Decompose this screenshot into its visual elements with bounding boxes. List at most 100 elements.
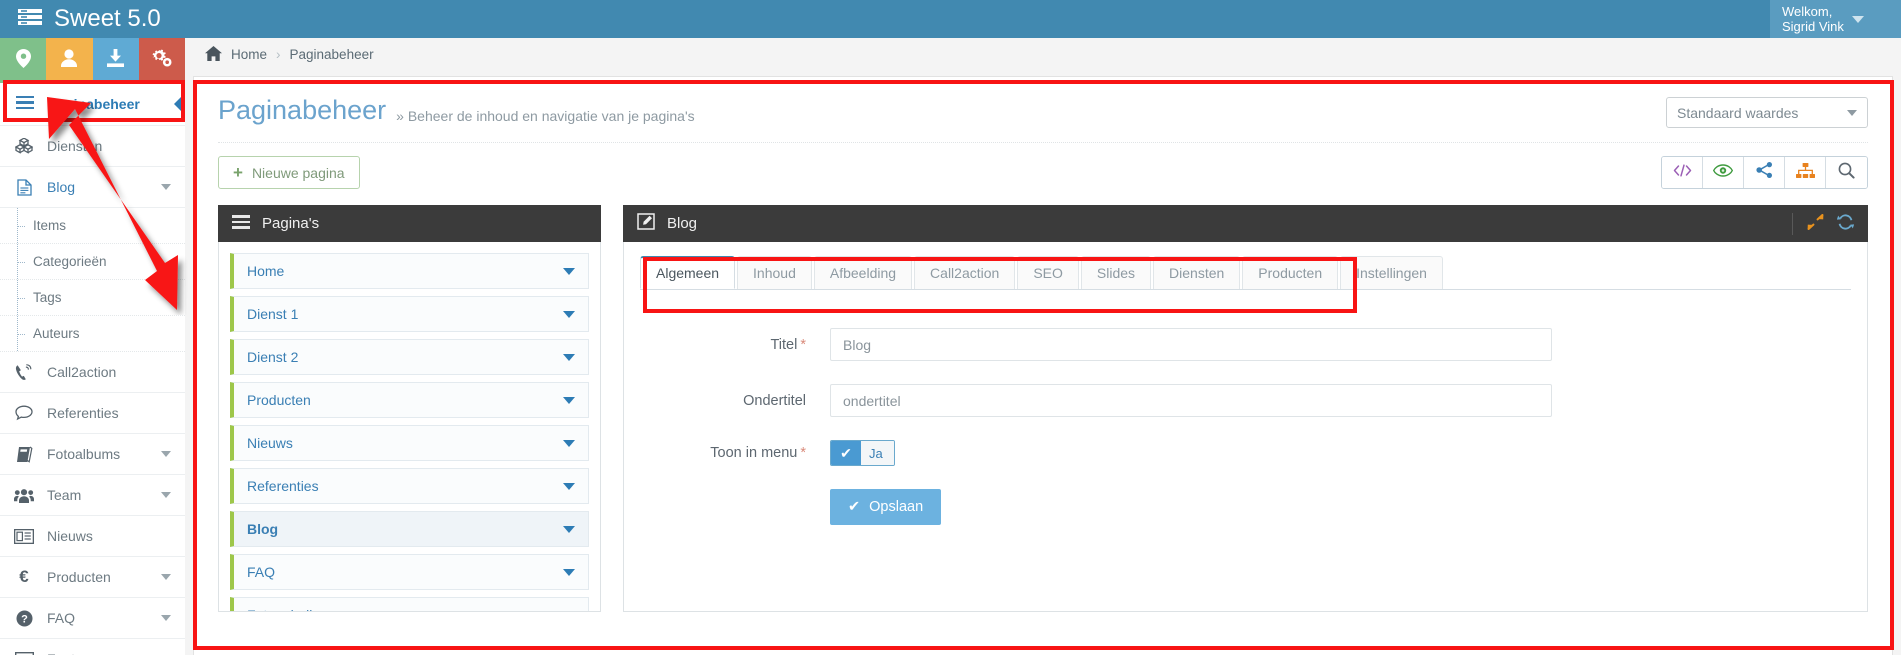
- chevron-down-icon[interactable]: [563, 396, 575, 404]
- page-list-item-selected[interactable]: Blog: [230, 511, 589, 547]
- sidebar-subitem-tags[interactable]: Tags: [0, 280, 185, 316]
- page-title: Paginabeheer: [218, 95, 387, 125]
- chevron-down-icon[interactable]: [563, 482, 575, 490]
- subtitle-field-row: Ondertitel ondertitel: [640, 384, 1851, 417]
- user-name: Sigrid Vink: [1782, 19, 1844, 34]
- code-button[interactable]: [1662, 157, 1703, 188]
- tab-inhoud[interactable]: Inhoud: [737, 256, 812, 289]
- new-page-label: Nieuwe pagina: [251, 164, 345, 181]
- tab-diensten[interactable]: Diensten: [1153, 256, 1241, 289]
- page-item-label: FAQ: [247, 564, 276, 580]
- save-button[interactable]: ✔ Opslaan: [830, 489, 942, 525]
- page-list-item[interactable]: Fotogalerij: [230, 597, 589, 613]
- chevron-down-icon[interactable]: [563, 525, 575, 533]
- sidebar-item-paginabeheer[interactable]: Paginabeheer: [0, 83, 185, 126]
- sidebar-subitem-auteurs[interactable]: Auteurs: [0, 316, 185, 352]
- title-label-text: Titel: [770, 336, 798, 353]
- title-field-row: Titel * Blog: [640, 328, 1851, 361]
- chevron-down-icon[interactable]: [563, 353, 575, 361]
- chevron-down-icon[interactable]: [563, 439, 575, 447]
- book-icon: [14, 446, 34, 463]
- comment-icon: [14, 405, 34, 421]
- page-list-item[interactable]: FAQ: [230, 554, 589, 590]
- subtitle-input[interactable]: ondertitel: [830, 384, 1552, 417]
- chevron-down-icon: [161, 451, 171, 457]
- search-button[interactable]: [1826, 157, 1867, 188]
- tab-instellingen[interactable]: Instellingen: [1340, 256, 1443, 289]
- brand[interactable]: Sweet 5.0: [18, 0, 161, 38]
- detail-tabs: Algemeen Inhoud Afbeelding Call2action S…: [640, 256, 1851, 290]
- sidebar-item-footer[interactable]: Footer: [0, 639, 185, 655]
- page-item-label: Fotogalerij: [247, 607, 312, 611]
- newspaper-icon: [14, 528, 34, 544]
- edit-square-icon: [637, 213, 655, 234]
- save-label: Opslaan: [869, 499, 924, 515]
- tab-label: SEO: [1033, 265, 1063, 281]
- chevron-down-icon[interactable]: [563, 612, 575, 613]
- document-icon: [14, 178, 34, 196]
- title-input-value: Blog: [843, 336, 872, 353]
- tab-seo[interactable]: SEO: [1017, 256, 1079, 289]
- chevron-down-icon[interactable]: [563, 568, 575, 576]
- title-label: Titel *: [640, 337, 830, 353]
- sidebar-item-diensten[interactable]: Diensten: [0, 126, 185, 167]
- download-quick-action[interactable]: [92, 38, 139, 83]
- users-icon: [14, 488, 34, 503]
- detail-card-title: Blog: [667, 215, 698, 232]
- tab-call2action[interactable]: Call2action: [914, 256, 1016, 289]
- sidebar-item-producten[interactable]: € Producten: [0, 557, 185, 598]
- preview-button[interactable]: [1703, 157, 1744, 188]
- tab-label: Inhoud: [753, 265, 796, 281]
- tab-label: Afbeelding: [829, 265, 897, 281]
- check-icon: ✔: [848, 499, 861, 515]
- expand-arrows-icon[interactable]: [1807, 213, 1824, 234]
- sidebar-item-blog[interactable]: Blog: [0, 167, 185, 208]
- share-button[interactable]: [1744, 157, 1785, 188]
- page-list-item[interactable]: Nieuws: [230, 425, 589, 461]
- default-values-select[interactable]: Standaard waardes: [1666, 97, 1868, 128]
- refresh-icon[interactable]: [1836, 213, 1855, 234]
- sidebar-subitem-categorieen[interactable]: Categorieën: [0, 244, 185, 280]
- select-value: Standaard waardes: [1677, 104, 1799, 121]
- tab-slides[interactable]: Slides: [1080, 256, 1152, 289]
- breadcrumb-home[interactable]: Home: [231, 47, 267, 62]
- sidebar-item-label: Referenties: [47, 405, 119, 421]
- sidebar-item-faq[interactable]: ? FAQ: [0, 598, 185, 639]
- download-icon: [107, 49, 125, 72]
- sidebar-item-call2action[interactable]: Call2action: [0, 352, 185, 393]
- phone-volume-icon: [14, 363, 34, 381]
- user-menu[interactable]: Welkom, Sigrid Vink: [1770, 0, 1901, 38]
- page-item-label: Home: [247, 263, 285, 279]
- sidebar-subitem-label: Auteurs: [33, 326, 80, 341]
- sidebar-item-team[interactable]: Team: [0, 475, 185, 516]
- sidebar-subitem-items[interactable]: Items: [0, 208, 185, 244]
- subtitle-label-text: Ondertitel: [743, 392, 806, 409]
- tab-algemeen[interactable]: Algemeen: [640, 256, 736, 289]
- tab-afbeelding[interactable]: Afbeelding: [813, 256, 913, 289]
- page-list-item[interactable]: Producten: [230, 382, 589, 418]
- page-list-item[interactable]: Home: [230, 253, 589, 289]
- location-icon: [15, 48, 31, 73]
- page-list-item[interactable]: Referenties: [230, 468, 589, 504]
- chevron-down-icon[interactable]: [563, 310, 575, 318]
- chevron-down-icon: [1851, 15, 1864, 23]
- sidebar-item-label: Footer: [47, 651, 171, 655]
- chevron-down-icon[interactable]: [563, 267, 575, 275]
- sitemap-button[interactable]: [1785, 157, 1826, 188]
- hamburger-icon: [16, 95, 34, 113]
- new-page-button[interactable]: + Nieuwe pagina: [218, 156, 360, 189]
- page-item-label: Producten: [247, 392, 311, 408]
- subtitle-input-placeholder: ondertitel: [843, 392, 901, 409]
- show-in-menu-toggle[interactable]: ✔ Ja: [830, 440, 895, 466]
- page-list-item[interactable]: Dienst 2: [230, 339, 589, 375]
- sidebar-item-nieuws[interactable]: Nieuws: [0, 516, 185, 557]
- settings-quick-action[interactable]: [138, 38, 185, 83]
- sidebar-item-fotoalbums[interactable]: Fotoalbums: [0, 434, 185, 475]
- location-quick-action[interactable]: [0, 38, 47, 83]
- title-input[interactable]: Blog: [830, 328, 1552, 361]
- sidebar-item-label: Call2action: [47, 364, 117, 380]
- tab-producten[interactable]: Producten: [1242, 256, 1339, 289]
- user-quick-action[interactable]: [46, 38, 93, 83]
- page-list-item[interactable]: Dienst 1: [230, 296, 589, 332]
- sidebar-item-referenties[interactable]: Referenties: [0, 393, 185, 434]
